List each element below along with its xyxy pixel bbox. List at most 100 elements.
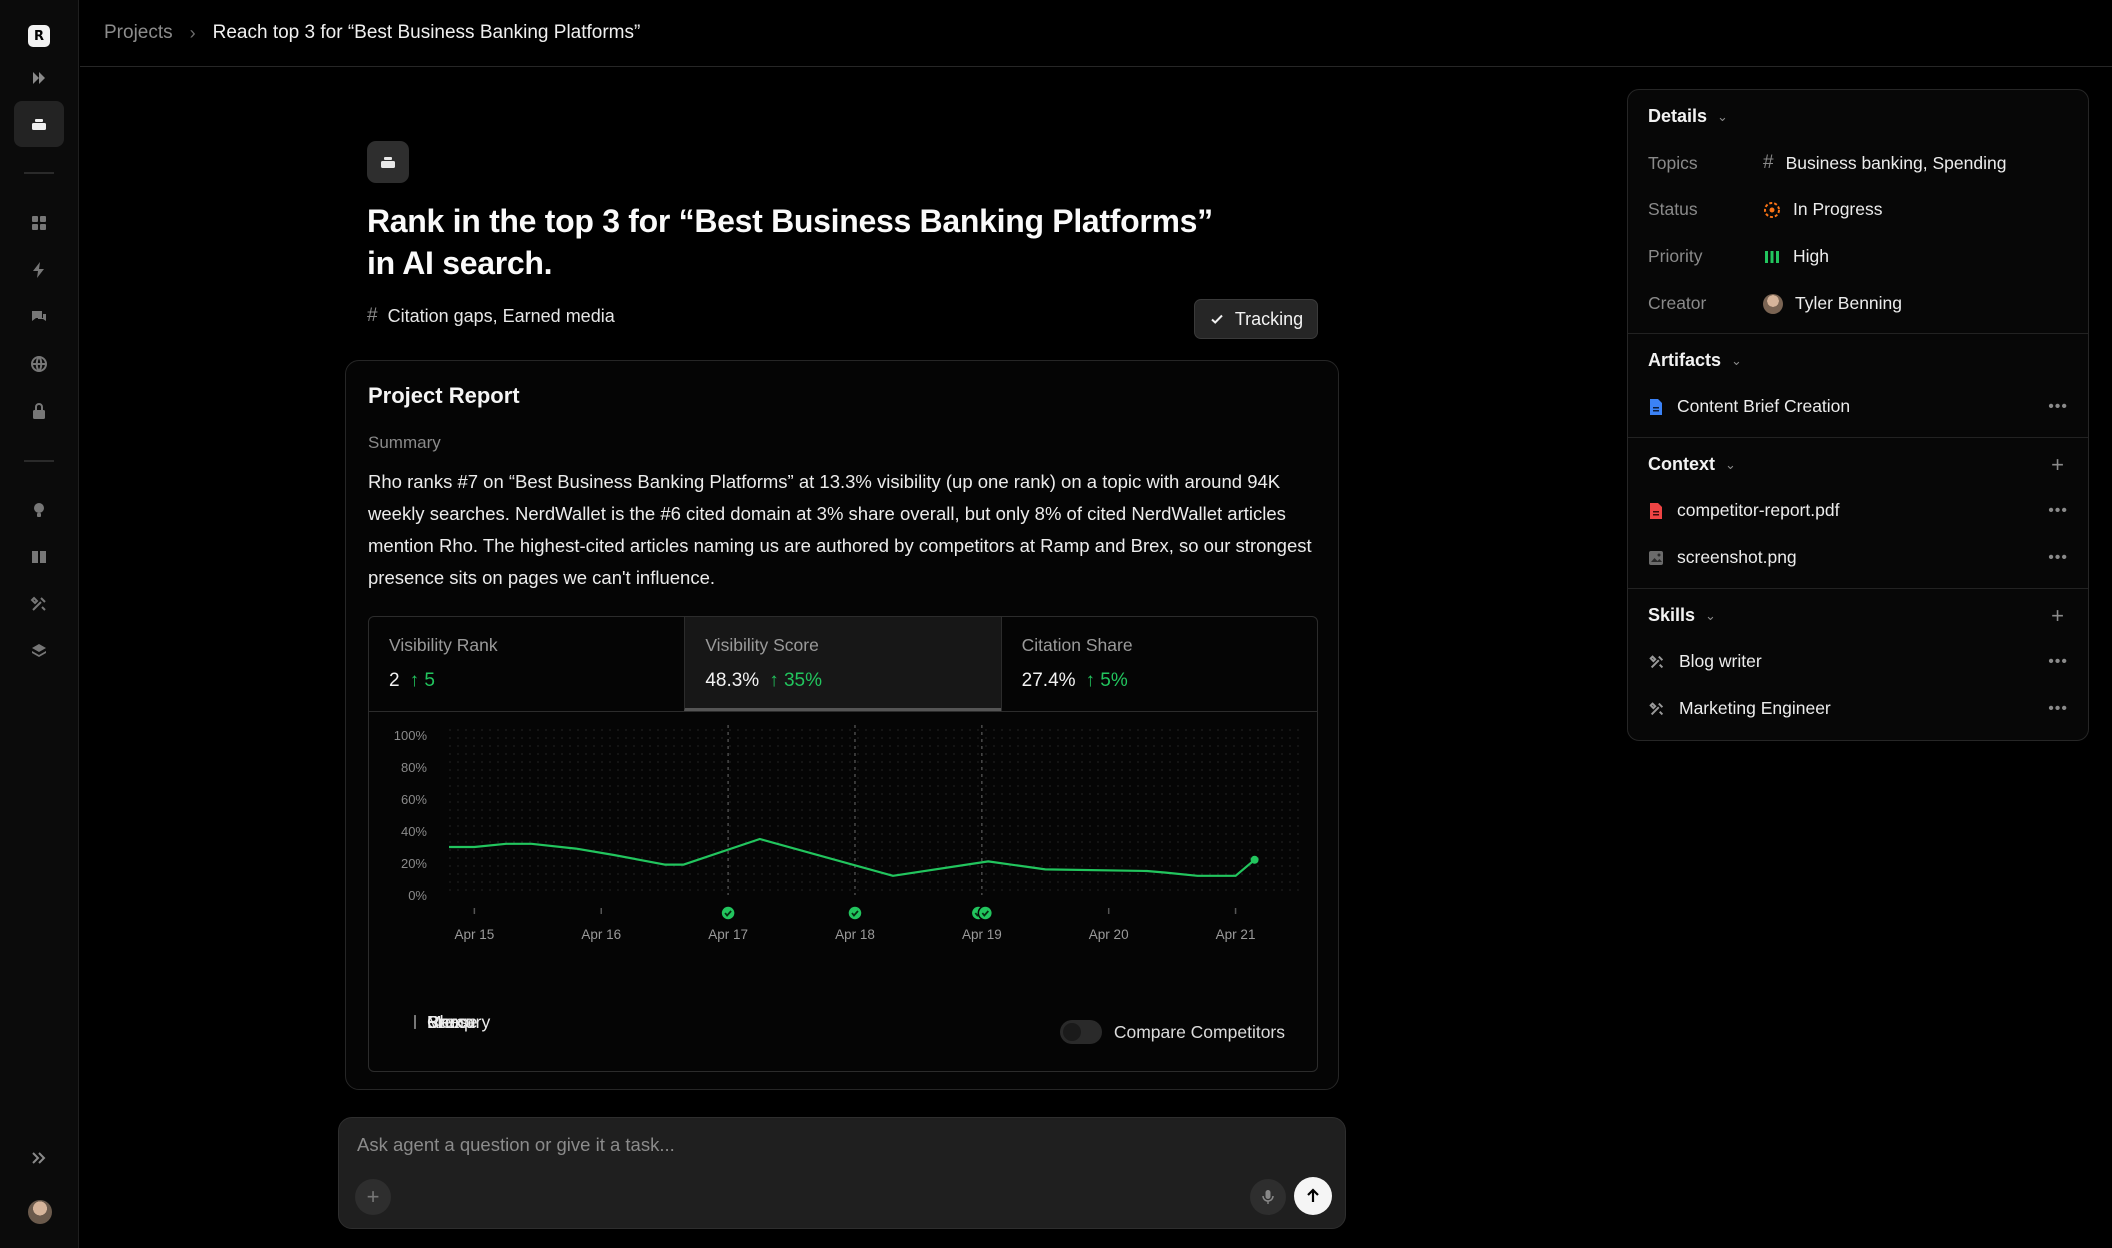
context-label: screenshot.png <box>1677 547 1797 567</box>
add-context-icon[interactable]: + <box>2051 452 2064 478</box>
x-tick-label: Apr 20 <box>1089 927 1129 942</box>
chevron-down-icon: ⌄ <box>1731 352 1742 368</box>
expand-icon[interactable] <box>14 1135 64 1181</box>
layers-icon[interactable] <box>14 628 64 674</box>
detail-row-creator: Creator Tyler Benning <box>1648 293 1902 314</box>
agent-composer: + <box>338 1117 1346 1229</box>
microphone-icon[interactable] <box>1250 1179 1286 1215</box>
document-icon <box>1650 398 1662 415</box>
chevron-down-icon: ⌄ <box>1725 456 1736 472</box>
y-tick-label: 80% <box>401 760 427 775</box>
rail-divider <box>24 460 54 462</box>
page-title: Rank in the top 3 for “Best Business Ban… <box>367 200 1227 284</box>
context-item[interactable]: screenshot.png ••• <box>1648 547 2068 568</box>
more-icon[interactable]: ••• <box>2048 700 2068 718</box>
metric-value: 48.3% <box>705 670 760 691</box>
detail-key: Status <box>1648 199 1698 219</box>
in-progress-icon <box>1764 201 1780 218</box>
add-icon[interactable]: + <box>355 1179 391 1215</box>
divider <box>1628 588 2088 589</box>
tracking-button[interactable]: Tracking <box>1194 299 1318 339</box>
add-skill-icon[interactable]: + <box>2051 603 2064 629</box>
details-panel: Details ⌄ Topics # Business banking, Spen… <box>1627 89 2089 741</box>
dashboard-icon[interactable] <box>14 200 64 246</box>
tracking-label: Tracking <box>1234 308 1304 329</box>
metric-value: 2 <box>389 670 400 691</box>
lightning-icon[interactable] <box>14 247 64 293</box>
event-marker <box>847 905 863 921</box>
more-icon[interactable]: ••• <box>2048 653 2068 671</box>
breadcrumb-projects[interactable]: Projects <box>104 22 173 44</box>
detail-value[interactable]: Business banking, Spending <box>1786 153 2007 174</box>
avatar <box>1763 293 1783 314</box>
app-logo[interactable]: R <box>28 25 50 47</box>
details-header[interactable]: Details ⌄ <box>1648 106 1728 127</box>
event-marker <box>720 905 736 921</box>
skills-header[interactable]: Skills ⌄ <box>1648 605 1716 626</box>
skill-item[interactable]: Blog writer ••• <box>1648 651 2068 672</box>
metric-delta: ↑ 5 <box>409 670 435 691</box>
artifacts-title: Artifacts <box>1648 350 1722 370</box>
y-tick-label: 0% <box>408 888 427 903</box>
arrow-up-icon <box>1307 1188 1319 1202</box>
breadcrumb-separator: › <box>189 22 196 43</box>
more-icon[interactable]: ••• <box>2048 502 2068 520</box>
compare-toggle[interactable] <box>1059 1020 1102 1044</box>
metric-delta: ↑ 5% <box>1085 670 1128 691</box>
metric-label: Citation Share <box>1021 635 1133 655</box>
summary-label: Summary <box>368 433 441 452</box>
x-tick-label: Apr 17 <box>708 927 748 942</box>
visibility-chart: 100% 80% 60% 40% 20% 0% Apr 15 Apr 16 Apr 17 Apr … <box>394 725 1299 942</box>
tools-icon[interactable] <box>14 581 64 627</box>
globe-icon[interactable] <box>14 341 64 387</box>
breadcrumb-current: Reach top 3 for “Best Business Banking P… <box>212 22 641 43</box>
detail-key: Priority <box>1648 246 1703 266</box>
detail-row-priority: Priority High <box>1648 246 1829 267</box>
detail-value[interactable]: High <box>1793 246 1829 267</box>
lightbulb-icon[interactable] <box>14 487 64 533</box>
metric-tab-visibility-rank[interactable]: Visibility Rank 2 ↑ 5 <box>369 617 684 711</box>
agent-input[interactable] <box>357 1134 1257 1156</box>
more-icon[interactable]: ••• <box>2048 549 2068 567</box>
summary-text: Rho ranks #7 on “Best Business Banking P… <box>368 471 1312 588</box>
skill-item[interactable]: Marketing Engineer ••• <box>1648 698 2068 719</box>
context-header[interactable]: Context ⌄ <box>1648 454 1736 475</box>
context-item[interactable]: competitor-report.pdf ••• <box>1648 500 2068 521</box>
rail-divider <box>24 172 54 174</box>
projects-icon[interactable] <box>14 101 64 147</box>
project-tags: # Citation gaps, Earned media <box>367 305 615 327</box>
collapse-icon[interactable] <box>14 55 64 101</box>
legend-label: Mercury <box>427 1011 491 1032</box>
user-avatar[interactable] <box>28 1200 52 1224</box>
chevron-down-icon: ⌄ <box>1717 108 1728 124</box>
series-endpoint <box>1250 855 1259 864</box>
more-icon[interactable]: ••• <box>2048 398 2068 416</box>
detail-value[interactable]: In Progress <box>1793 199 1882 220</box>
tools-icon <box>1649 654 1664 668</box>
metric-label: Visibility Rank <box>389 635 498 655</box>
hash-icon: # <box>367 305 378 326</box>
skill-label: Marketing Engineer <box>1679 698 1831 718</box>
chat-icon[interactable] <box>14 294 64 340</box>
lock-icon[interactable] <box>14 388 64 434</box>
left-rail: R <box>0 0 79 1248</box>
tools-icon <box>1649 701 1664 715</box>
artifacts-header[interactable]: Artifacts ⌄ <box>1648 350 1742 371</box>
y-tick-label: 60% <box>401 792 427 807</box>
detail-value[interactable]: Tyler Benning <box>1795 293 1902 314</box>
compare-competitors: Compare Competitors <box>1059 1020 1285 1044</box>
detail-row-status: Status In Progress <box>1648 199 1882 220</box>
metric-tab-visibility-score[interactable]: Visibility Score 48.3% ↑ 35% <box>684 617 1001 711</box>
x-tick-label: Apr 21 <box>1216 927 1256 942</box>
book-icon[interactable] <box>14 534 64 580</box>
image-icon <box>1649 550 1663 565</box>
send-button[interactable] <box>1294 1177 1332 1215</box>
context-label: competitor-report.pdf <box>1677 500 1840 520</box>
checkbox[interactable] <box>414 1015 416 1029</box>
metric-value: 27.4% <box>1021 670 1076 691</box>
metric-tab-citation-share[interactable]: Citation Share 27.4% ↑ 5% <box>1000 617 1317 711</box>
pdf-icon <box>1650 502 1662 519</box>
artifact-item[interactable]: Content Brief Creation ••• <box>1648 396 2068 417</box>
x-tick-label: Apr 16 <box>581 927 621 942</box>
detail-row-topics: Topics # Business banking, Spending <box>1648 152 2006 174</box>
